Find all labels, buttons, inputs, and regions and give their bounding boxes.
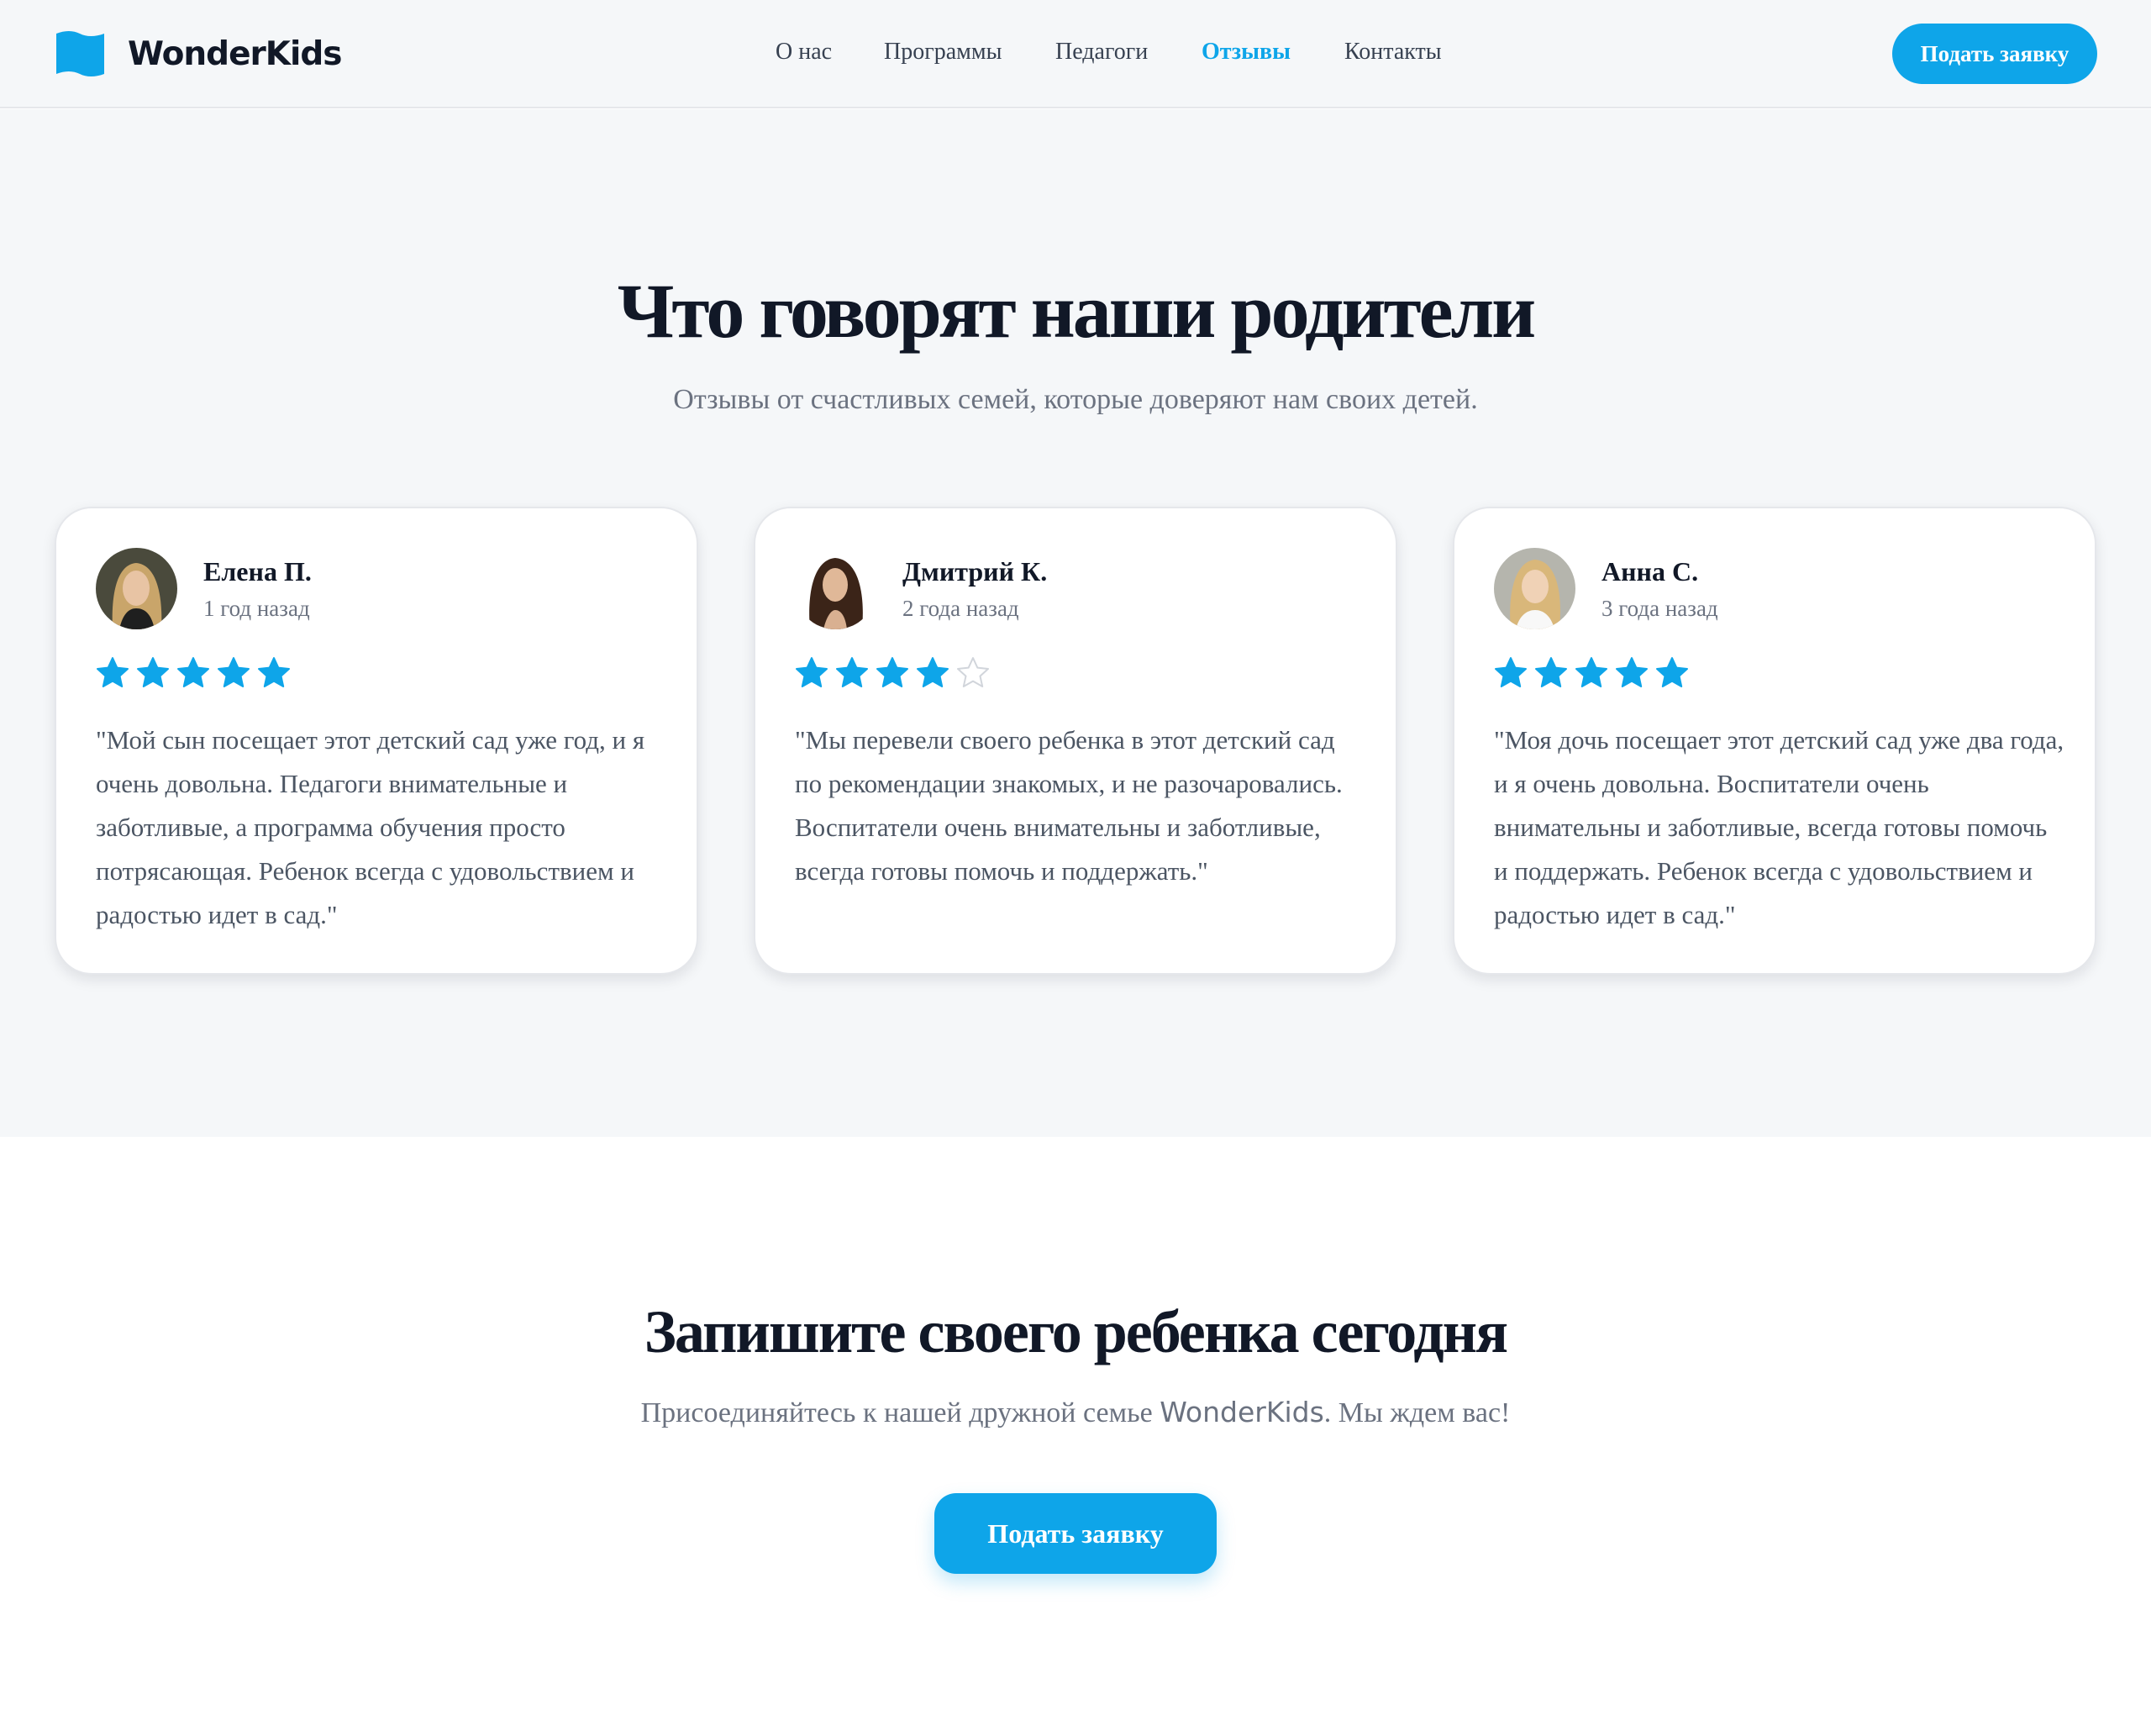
- main-nav: О нас Программы Педагоги Отзывы Контакты: [0, 39, 2151, 72]
- avatar: [96, 548, 177, 629]
- reviews-title: Что говорят наши родители: [617, 268, 1536, 354]
- rating-stars: [795, 656, 997, 693]
- review-text: "Моя дочь посещает этот детский сад уже …: [1494, 725, 2064, 929]
- star-filled-icon: [1535, 657, 1567, 687]
- cta-subtitle-end: . Мы ждем вас!: [1323, 1397, 1511, 1428]
- cta-title: Запишите своего ребенка сегодня: [644, 1298, 1508, 1365]
- cta-brand-name: WonderKids: [1160, 1396, 1324, 1428]
- review-text: "Мы перевели своего ребенка в этот детск…: [795, 725, 1343, 886]
- avatar: [795, 548, 876, 629]
- apply-button-cta[interactable]: Подать заявку: [934, 1493, 1217, 1574]
- star-filled-icon: [218, 657, 250, 687]
- nav-link-reviews[interactable]: Отзывы: [1202, 39, 1291, 66]
- reviewer-name: Дмитрий К.: [902, 556, 1048, 587]
- reviews-subtitle: Отзывы от счастливых семей, которые дове…: [673, 384, 1478, 415]
- star-filled-icon: [917, 657, 949, 687]
- nav-link-about[interactable]: О нас: [776, 39, 832, 66]
- star-filled-icon: [1616, 657, 1648, 687]
- rating-stars: [96, 656, 297, 693]
- reviewer-name: Елена П.: [203, 556, 312, 587]
- review-date: 2 года назад: [902, 596, 1019, 621]
- star-filled-icon: [876, 657, 908, 687]
- star-filled-icon: [137, 657, 169, 687]
- cta-subtitle-text: Присоединяйтесь к нашей дружной семье: [640, 1397, 1153, 1428]
- star-filled-icon: [1495, 657, 1527, 687]
- star-filled-icon: [1575, 657, 1607, 687]
- star-filled-icon: [97, 657, 129, 687]
- nav-link-teachers[interactable]: Педагоги: [1055, 39, 1148, 66]
- apply-button-header[interactable]: Подать заявку: [1892, 24, 2097, 84]
- reviews-section: Что говорят наши родители Отзывы от счас…: [0, 109, 2151, 1137]
- star-filled-icon: [177, 657, 209, 687]
- star-filled-icon: [796, 657, 828, 687]
- nav-link-programs[interactable]: Программы: [884, 39, 1002, 66]
- review-card: Дмитрий К. 2 года назад "Мы перевели сво…: [754, 507, 1397, 975]
- star-empty-icon: [957, 657, 989, 687]
- review-date: 1 год назад: [203, 596, 310, 621]
- avatar: [1494, 548, 1575, 629]
- rating-stars: [1494, 656, 1696, 693]
- review-text: "Мой сын посещает этот детский сад уже г…: [96, 725, 645, 929]
- reviewer-name: Анна С.: [1601, 556, 1699, 587]
- star-filled-icon: [836, 657, 868, 687]
- cta-subtitle: Присоединяйтесь к нашей дружной семье Wo…: [0, 1396, 2151, 1429]
- review-card: Елена П. 1 год назад "Мой сын посещает э…: [55, 507, 698, 975]
- star-filled-icon: [1656, 657, 1688, 687]
- review-date: 3 года назад: [1601, 596, 1718, 621]
- star-filled-icon: [258, 657, 290, 687]
- site-header: WonderKids О нас Программы Педагоги Отзы…: [0, 0, 2151, 108]
- nav-link-contacts[interactable]: Контакты: [1344, 39, 1442, 66]
- review-card: Анна С. 3 года назад "Моя дочь посещает …: [1453, 507, 2096, 975]
